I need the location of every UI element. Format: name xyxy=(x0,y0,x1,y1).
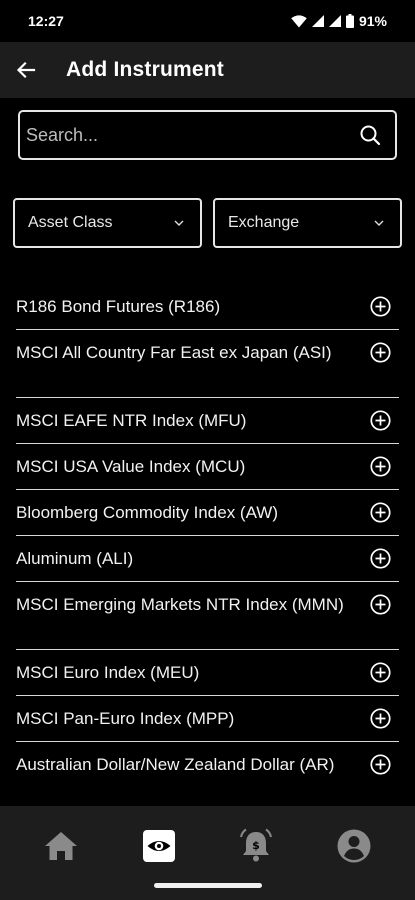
add-circle-icon[interactable] xyxy=(370,296,391,317)
list-item[interactable]: Bloomberg Commodity Index (AW) xyxy=(16,490,399,536)
list-item[interactable]: MSCI All Country Far East ex Japan (ASI) xyxy=(16,330,399,398)
instrument-label: Australian Dollar/New Zealand Dollar (AR… xyxy=(16,755,335,774)
instrument-label: MSCI Emerging Markets NTR Index (MMN) xyxy=(16,595,344,614)
back-button[interactable] xyxy=(0,42,54,98)
filter-row: Asset Class Exchange xyxy=(13,198,402,248)
status-bar: 12:27 91% xyxy=(0,0,415,42)
list-item[interactable]: MSCI EAFE NTR Index (MFU) xyxy=(16,398,399,444)
page-title: Add Instrument xyxy=(66,58,224,81)
list-item[interactable]: MSCI USA Value Index (MCU) xyxy=(16,444,399,490)
list-item[interactable]: Aluminum (ALI) xyxy=(16,536,399,582)
battery-icon xyxy=(345,14,354,28)
list-item[interactable]: MSCI Pan-Euro Index (MPP) xyxy=(16,696,399,742)
chevron-down-icon xyxy=(174,217,186,229)
app-bar: Add Instrument xyxy=(0,42,415,98)
instrument-list: R186 Bond Futures (R186) MSCI All Countr… xyxy=(0,284,415,810)
add-circle-icon[interactable] xyxy=(370,342,391,363)
chevron-down-icon xyxy=(374,217,386,229)
home-icon xyxy=(44,832,77,860)
list-item[interactable]: Australian Dollar/New Zealand Dollar (AR… xyxy=(16,742,399,810)
search-box[interactable] xyxy=(18,110,397,160)
list-item[interactable]: MSCI Emerging Markets NTR Index (MMN) xyxy=(16,582,399,650)
search-input[interactable] xyxy=(26,124,357,146)
add-circle-icon[interactable] xyxy=(370,410,391,431)
search-icon[interactable] xyxy=(357,122,383,148)
battery-percent: 91% xyxy=(358,13,387,29)
instrument-label: R186 Bond Futures (R186) xyxy=(16,297,221,316)
nav-price-alerts[interactable]: $ xyxy=(230,820,282,872)
add-circle-icon[interactable] xyxy=(370,456,391,477)
status-icons: 91% xyxy=(291,13,387,29)
instrument-label: MSCI USA Value Index (MCU) xyxy=(16,457,246,476)
list-item[interactable]: R186 Bond Futures (R186) xyxy=(16,284,399,330)
signal-icon-2 xyxy=(328,15,341,27)
arrow-back-icon xyxy=(16,61,36,79)
add-circle-icon[interactable] xyxy=(370,754,391,775)
instrument-label: MSCI All Country Far East ex Japan (ASI) xyxy=(16,343,332,362)
add-circle-icon[interactable] xyxy=(370,594,391,615)
asset-class-label: Asset Class xyxy=(28,214,113,231)
add-circle-icon[interactable] xyxy=(370,548,391,569)
add-circle-icon[interactable] xyxy=(370,708,391,729)
instrument-label: Aluminum (ALI) xyxy=(16,549,134,568)
wifi-icon xyxy=(291,14,307,27)
nav-account[interactable] xyxy=(328,820,380,872)
exchange-dropdown[interactable]: Exchange xyxy=(213,198,402,248)
add-circle-icon[interactable] xyxy=(370,502,391,523)
instrument-label: MSCI Euro Index (MEU) xyxy=(16,663,200,682)
status-time: 12:27 xyxy=(28,13,64,29)
signal-icon xyxy=(311,15,324,27)
account-icon xyxy=(337,829,371,863)
instrument-label: MSCI Pan-Euro Index (MPP) xyxy=(16,709,235,728)
watchlist-eye-icon xyxy=(142,830,175,862)
add-circle-icon[interactable] xyxy=(370,662,391,683)
list-item[interactable]: MSCI Euro Index (MEU) xyxy=(16,650,399,696)
nav-watchlist[interactable] xyxy=(133,820,185,872)
asset-class-dropdown[interactable]: Asset Class xyxy=(13,198,202,248)
instrument-label: MSCI EAFE NTR Index (MFU) xyxy=(16,411,247,430)
exchange-label: Exchange xyxy=(228,214,300,231)
svg-text:$: $ xyxy=(253,839,261,852)
nav-home[interactable] xyxy=(35,820,87,872)
instrument-label: Bloomberg Commodity Index (AW) xyxy=(16,503,279,522)
price-alert-bell-icon: $ xyxy=(240,828,273,862)
gesture-home-bar[interactable] xyxy=(154,883,262,888)
